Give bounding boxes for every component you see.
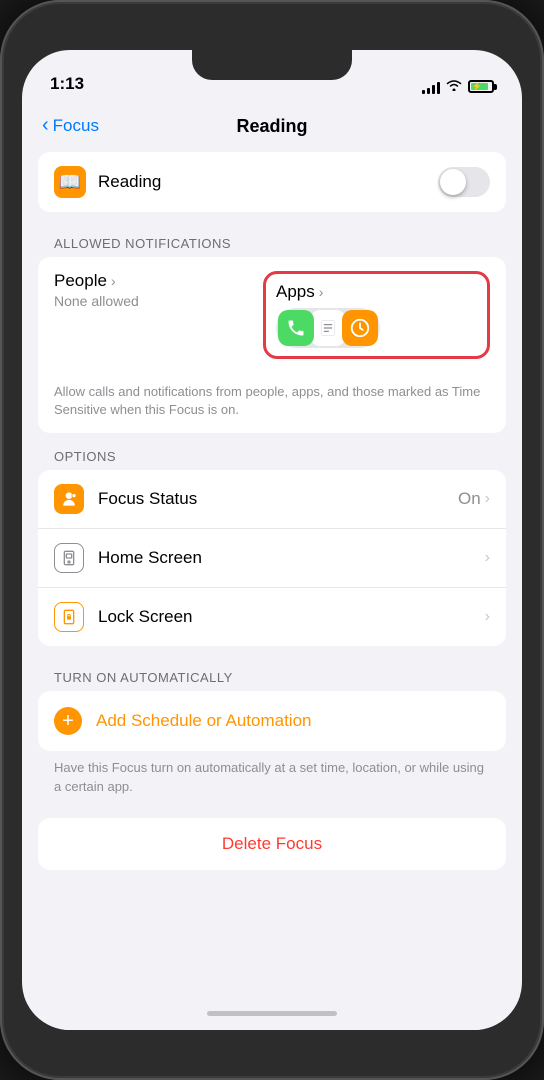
- notifications-description: Allow calls and notifications from peopl…: [38, 373, 506, 433]
- options-section-header: OPTIONS: [38, 441, 506, 470]
- clock-app-icon: [342, 310, 378, 346]
- delete-focus-row[interactable]: Delete Focus: [38, 818, 506, 870]
- notifications-section-header: ALLOWED NOTIFICATIONS: [38, 228, 506, 257]
- content-area: 📖 Reading ALLOWED NOTIFICATIONS: [22, 152, 522, 996]
- lock-screen-row[interactable]: Lock Screen ›: [38, 588, 506, 646]
- focus-status-row[interactable]: Focus Status On ›: [38, 470, 506, 529]
- people-sub-label: None allowed: [54, 293, 255, 309]
- lock-screen-label: Lock Screen: [98, 607, 485, 627]
- back-label: Focus: [53, 116, 99, 136]
- lock-screen-icon: [54, 602, 84, 632]
- automation-card: + Add Schedule or Automation: [38, 691, 506, 751]
- toggle-knob: [440, 169, 466, 195]
- focus-status-icon: [54, 484, 84, 514]
- back-button[interactable]: ‹ Focus: [42, 115, 99, 137]
- phone-frame: 1:13 ⚡: [0, 0, 544, 1080]
- home-screen-icon: [54, 543, 84, 573]
- reading-row: 📖 Reading: [38, 152, 506, 212]
- options-card: Focus Status On › Home: [38, 470, 506, 646]
- reading-label: Reading: [98, 172, 161, 192]
- focus-status-value: On ›: [458, 489, 490, 509]
- people-label-text: People: [54, 271, 107, 291]
- app-icons-row: [276, 308, 380, 348]
- home-screen-row[interactable]: Home Screen ›: [38, 529, 506, 588]
- reading-toggle[interactable]: [438, 167, 490, 197]
- reading-left: 📖 Reading: [54, 166, 161, 198]
- people-button[interactable]: People ›: [54, 271, 255, 291]
- reading-toggle-card: 📖 Reading: [38, 152, 506, 212]
- phone-screen: 1:13 ⚡: [22, 50, 522, 1030]
- signal-icon: [422, 80, 440, 94]
- automation-section-header: TURN ON AUTOMATICALLY: [38, 662, 506, 691]
- apps-col: Apps ›: [263, 271, 490, 359]
- wifi-icon: [446, 79, 462, 94]
- notes-app-icon: [310, 310, 346, 346]
- delete-focus-label: Delete Focus: [222, 834, 322, 854]
- home-bar: [207, 1011, 337, 1016]
- people-col: People › None allowed: [54, 271, 255, 309]
- notifications-card: People › None allowed Apps ›: [38, 257, 506, 433]
- focus-status-on: On: [458, 489, 481, 509]
- lock-screen-chevron-icon: ›: [485, 608, 490, 626]
- page-title: Reading: [236, 116, 307, 137]
- home-screen-chevron-icon: ›: [485, 549, 490, 567]
- add-schedule-row[interactable]: + Add Schedule or Automation: [38, 691, 506, 751]
- status-icons: ⚡: [422, 79, 494, 94]
- phone-app-icon: [278, 310, 314, 346]
- apps-chevron-icon: ›: [319, 284, 324, 300]
- notif-row: People › None allowed Apps ›: [54, 271, 490, 359]
- apps-button[interactable]: Apps ›: [276, 282, 477, 302]
- home-indicator: [22, 996, 522, 1030]
- focus-status-label: Focus Status: [98, 489, 458, 509]
- nav-bar: ‹ Focus Reading: [22, 100, 522, 152]
- status-time: 1:13: [50, 74, 84, 94]
- focus-status-chevron-icon: ›: [485, 490, 490, 508]
- add-schedule-label: Add Schedule or Automation: [96, 711, 311, 731]
- home-screen-label: Home Screen: [98, 548, 485, 568]
- notch: [192, 50, 352, 80]
- plus-icon: +: [54, 707, 82, 735]
- notifications-inner: People › None allowed Apps ›: [38, 257, 506, 373]
- automation-description: Have this Focus turn on automatically at…: [38, 759, 506, 809]
- book-icon: 📖: [54, 166, 86, 198]
- battery-icon: ⚡: [468, 80, 494, 93]
- apps-label-text: Apps: [276, 282, 315, 302]
- back-chevron-icon: ‹: [42, 114, 49, 137]
- people-chevron-icon: ›: [111, 273, 116, 289]
- delete-focus-card: Delete Focus: [38, 818, 506, 870]
